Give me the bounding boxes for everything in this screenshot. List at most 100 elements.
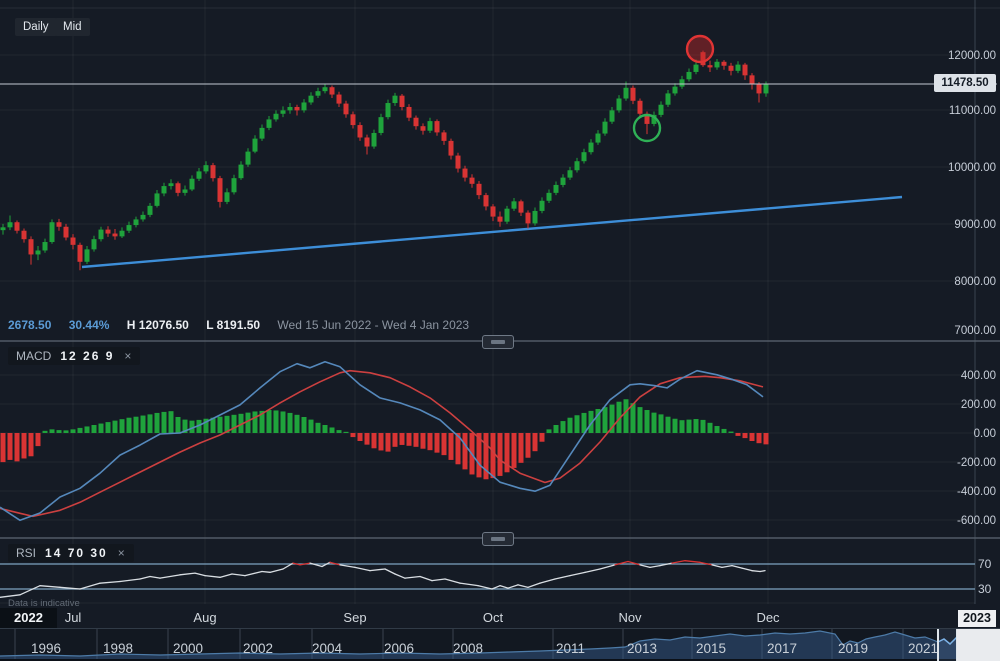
macd-histogram-bar: [414, 433, 419, 447]
candle: [204, 165, 209, 171]
candle: [365, 137, 370, 146]
candle: [134, 219, 139, 225]
navigator-year-label: 2004: [312, 641, 342, 656]
candle: [617, 99, 622, 111]
macd-histogram-bar: [708, 423, 713, 433]
rsi-indicator-chip[interactable]: RSI 14 70 30 ×: [8, 544, 134, 562]
macd-histogram-bar: [358, 433, 363, 441]
price-axis-tick: 7000.00: [954, 325, 996, 337]
macd-histogram-bar: [372, 433, 377, 448]
navigator-year-label: 2008: [453, 641, 483, 656]
instrument-info-bar: 2678.50 30.44% H 12076.50 L 8191.50 Wed …: [8, 318, 469, 332]
macd-histogram-bar: [106, 422, 111, 433]
navigator-year-label: 2017: [767, 641, 797, 656]
macd-axis-tick: 0.00: [974, 428, 996, 440]
macd-axis-tick: -600.00: [957, 515, 996, 527]
timeframe-daily-button[interactable]: Daily: [15, 18, 57, 36]
navigator-selection-window[interactable]: [938, 628, 957, 661]
candle: [211, 165, 216, 178]
macd-histogram-bar: [715, 426, 720, 433]
candle: [484, 195, 489, 206]
candle: [680, 79, 685, 86]
month-tick-label: Nov: [618, 610, 641, 625]
rsi-close-icon[interactable]: ×: [117, 546, 126, 560]
navigator-year-label: 2015: [696, 641, 726, 656]
macd-histogram-bar: [729, 432, 734, 433]
rsi-line-segment: [180, 573, 195, 575]
rsi-line-segment: [205, 576, 220, 578]
macd-axis-tick: -200.00: [957, 457, 996, 469]
low-label: L: [206, 318, 213, 332]
rsi-line-segment: [245, 571, 262, 575]
candle: [176, 183, 181, 193]
candle: [442, 132, 447, 140]
rsi-line-segment: [420, 576, 432, 580]
candle: [400, 96, 405, 107]
candle: [169, 183, 174, 186]
candle: [337, 95, 342, 104]
macd-histogram-bar: [379, 433, 384, 450]
macd-histogram-bar: [603, 407, 608, 433]
macd-close-icon[interactable]: ×: [123, 349, 132, 363]
macd-histogram-bar: [113, 421, 118, 433]
candle: [288, 107, 293, 110]
macd-histogram-bar: [85, 426, 90, 433]
rsi-line-segment: [120, 579, 140, 581]
macd-histogram-bar: [99, 424, 104, 433]
rsi-line-segment: [742, 568, 752, 570]
candle: [414, 118, 419, 126]
candle: [568, 170, 573, 177]
macd-histogram-bar: [400, 433, 405, 445]
candle: [99, 230, 104, 240]
month-tick-label: Jul: [65, 610, 82, 625]
macd-histogram-bar: [1, 433, 6, 462]
macd-histogram-bar: [316, 423, 321, 433]
candle: [386, 103, 391, 117]
rsi-line-segment: [712, 565, 722, 567]
candle: [309, 96, 314, 103]
macd-histogram-bar: [687, 420, 692, 433]
macd-histogram-bar: [57, 430, 62, 433]
macd-histogram-bar: [134, 417, 139, 433]
rsi-line-segment: [160, 575, 180, 578]
candle: [246, 152, 251, 165]
candle: [407, 107, 412, 118]
candle: [456, 156, 461, 169]
price-axis-tick: 9000.00: [954, 219, 996, 231]
panel-resize-handle-rsi[interactable]: [482, 532, 514, 546]
month-tick-label: Dec: [756, 610, 779, 625]
date-range: Wed 15 Jun 2022 - Wed 4 Jan 2023: [277, 318, 469, 332]
candle: [43, 242, 48, 250]
macd-histogram-bar: [575, 415, 580, 433]
candle: [666, 93, 671, 104]
time-axis[interactable]: 2022 JulAugSepOctNovDec 2023: [0, 608, 1000, 628]
macd-histogram-bar: [526, 433, 531, 458]
candle: [253, 139, 258, 152]
macd-histogram-bar: [631, 403, 636, 433]
price-axis-tick: 8000.00: [954, 276, 996, 288]
change-value: 2678.50: [8, 318, 51, 332]
candle: [260, 128, 265, 139]
rsi-line-segment: [540, 579, 555, 583]
candle: [757, 84, 762, 93]
navigator-year-label: 2019: [838, 641, 868, 656]
macd-histogram-bar: [36, 433, 41, 446]
rsi-line-segment: [40, 586, 60, 588]
candle: [281, 110, 286, 113]
macd-chip-name: MACD: [16, 349, 51, 363]
sell-signal-circle-annotation[interactable]: [687, 36, 713, 62]
macd-histogram-bar: [428, 433, 433, 450]
macd-histogram-bar: [386, 433, 391, 452]
macd-histogram-bar: [78, 428, 83, 433]
candle: [267, 119, 272, 127]
macd-histogram-bar: [302, 417, 307, 433]
candle: [470, 178, 475, 184]
change-percent: 30.44%: [69, 318, 110, 332]
macd-histogram-bar: [736, 433, 741, 436]
price-type-mid-button[interactable]: Mid: [55, 18, 90, 36]
axis-year-left: 2022: [0, 608, 57, 628]
panel-resize-handle-macd[interactable]: [482, 335, 514, 349]
macd-histogram-bar: [232, 415, 237, 433]
macd-indicator-chip[interactable]: MACD 12 26 9 ×: [8, 347, 140, 365]
candle: [547, 193, 552, 201]
